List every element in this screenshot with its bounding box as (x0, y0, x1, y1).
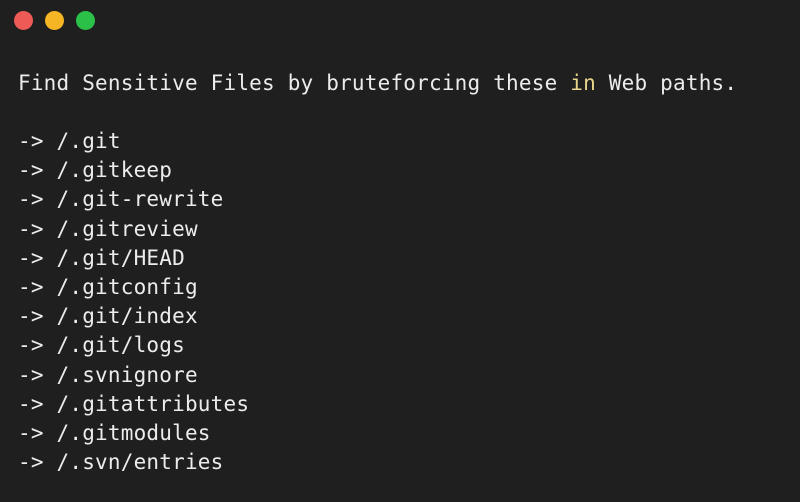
path-text: /.git (56, 129, 121, 153)
path-list-item: -> /.gitattributes (18, 390, 790, 419)
arrow-glyph: -> (18, 391, 44, 416)
path-list-item: -> /.gitconfig (18, 273, 790, 302)
path-text: /.git/index (56, 304, 198, 329)
heading-keyword: in (570, 71, 596, 95)
path-list-item: -> /.git/HEAD (18, 244, 790, 273)
arrow-glyph: -> (18, 187, 44, 212)
path-text: /.git/logs (56, 333, 185, 358)
arrow-glyph: -> (18, 333, 44, 358)
heading-text-end: Web paths. (595, 71, 738, 95)
minimize-window-button[interactable] (45, 11, 64, 30)
path-text: /.git/HEAD (56, 245, 185, 270)
path-list-item: -> /.git/logs (18, 331, 790, 360)
path-list-item: -> /.git/index (18, 302, 790, 331)
path-list-item: -> /.gitkeep (18, 156, 790, 185)
path-text: /.gitreview (56, 216, 198, 241)
path-list-item: -> /.git (18, 127, 790, 156)
path-text: /.gitconfig (56, 274, 198, 299)
path-text: /.gitmodules (56, 420, 211, 445)
path-text: /.gitkeep (56, 158, 173, 183)
path-list-item: -> /.git-rewrite (18, 185, 790, 214)
arrow-glyph: -> (18, 274, 44, 299)
arrow-glyph: -> (18, 362, 44, 387)
terminal-output: Find Sensitive Files by bruteforcing the… (18, 67, 790, 477)
maximize-window-button[interactable] (76, 11, 95, 30)
arrow-glyph: -> (18, 304, 44, 329)
heading-text: Find Sensitive Files by bruteforcing the… (18, 67, 790, 99)
path-text: /.gitattributes (56, 391, 250, 416)
terminal-window: Find Sensitive Files by bruteforcing the… (0, 0, 800, 502)
arrow-glyph: -> (18, 420, 44, 445)
close-window-button[interactable] (14, 11, 33, 30)
path-list-item: -> /.gitreview (18, 215, 790, 244)
path-list-item: -> /.svn/entries (18, 448, 790, 477)
path-list-item: -> /.svnignore (18, 361, 790, 390)
window-controls (14, 11, 95, 30)
path-list-item: -> /.gitmodules (18, 419, 790, 448)
arrow-glyph: -> (18, 245, 44, 270)
path-list: -> /.git -> /.gitkeep -> /.git-rewrite -> /… (18, 127, 790, 477)
arrow-glyph: -> (18, 158, 44, 183)
arrow-glyph: -> (18, 216, 44, 241)
path-text: /.svn/entries (56, 450, 224, 475)
path-text: /.svnignore (56, 362, 198, 387)
arrow-glyph: -> (18, 129, 44, 153)
path-text: /.git-rewrite (56, 187, 224, 212)
arrow-glyph: -> (18, 450, 44, 475)
heading-text-start: Find Sensitive Files by bruteforcing the… (18, 71, 571, 95)
